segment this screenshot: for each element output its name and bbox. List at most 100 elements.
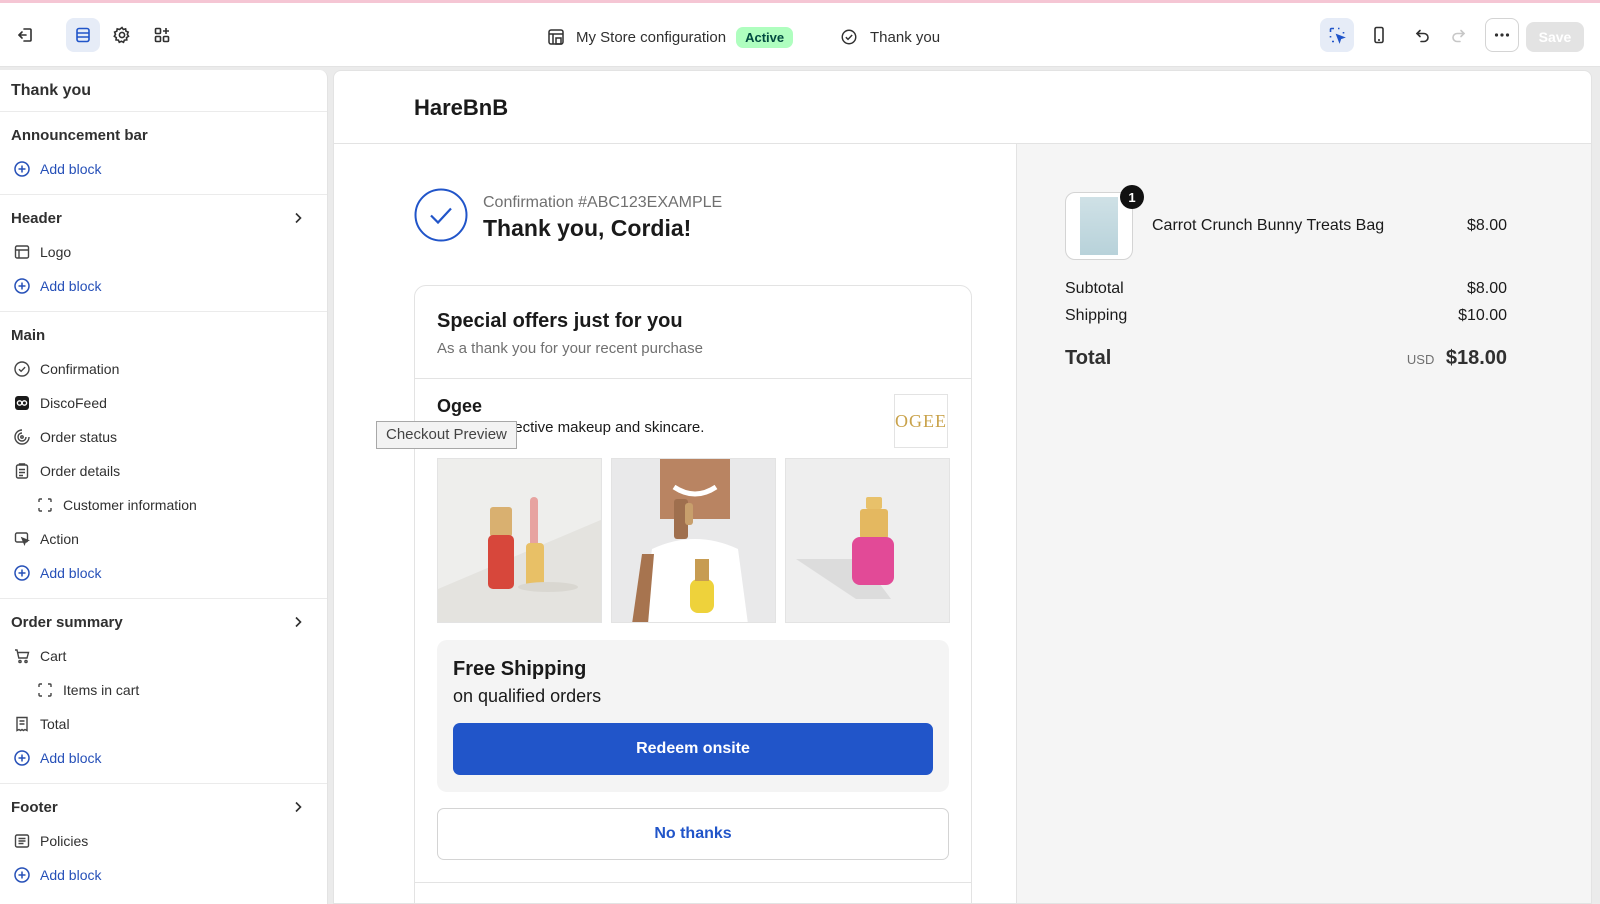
section-header-main[interactable]: Main [0,318,327,352]
sidebar-item-cart[interactable]: Cart [0,639,327,673]
sidebar-item-label: Items in cart [63,682,140,698]
layout-icon [14,245,30,259]
line-item-name: Carrot Crunch Bunny Treats Bag [1152,217,1385,234]
redo-icon [1452,29,1466,43]
section-header-header[interactable]: Header [0,201,327,235]
receipt-icon [16,716,28,732]
section-header: Header Logo Add block [0,195,327,312]
ellipsis-icon [1494,33,1510,37]
section-order-summary: Order summary Cart Items in cart Total A… [0,599,327,784]
sections-tab-button[interactable] [66,18,100,52]
exit-button[interactable] [8,18,42,52]
plus-circle-icon [14,565,30,581]
store-selector[interactable]: My Store configuration Active [546,22,794,52]
sidebar-item-label: Confirmation [40,361,120,377]
redo-button[interactable] [1442,18,1476,52]
sidebar-item-order-details[interactable]: Order details [0,454,327,488]
offer-title: Special offers just for you [437,310,683,332]
section-header-order-summary[interactable]: Order summary [0,605,327,639]
sections-icon [76,27,90,43]
editor-toolbar: My Store configuration Active Thank you … [0,3,1600,67]
sidebar-item-label: Cart [40,648,67,664]
exit-icon [18,28,32,42]
sidebar-item-label: Order status [40,429,118,445]
section-footer: Footer Policies Add block [0,784,327,900]
save-button[interactable]: Save [1526,22,1584,52]
redeem-onsite-button[interactable]: Redeem onsite [453,723,933,775]
mobile-preview-button[interactable] [1362,18,1396,52]
thank-you-heading: Thank you, Cordia! [483,215,692,241]
chevron-right-icon [295,801,302,813]
add-block-button[interactable]: Add block [0,858,327,892]
cart-icon [15,649,30,664]
offer-brand-name: Ogee [437,396,483,416]
select-cursor-icon [1329,27,1346,44]
sidebar-item-order-status[interactable]: Order status [0,420,327,454]
checkout-preview-canvas: HareBnB Confirmation #ABC123EXAMPLE Than… [333,70,1592,904]
page-selector[interactable]: Thank you [840,22,940,52]
treats-bag-image [1080,197,1118,255]
section-header-footer[interactable]: Footer [0,790,327,824]
sidebar-item-items-in-cart[interactable]: Items in cart [0,673,327,707]
add-block-label: Add block [40,867,102,883]
sidebar-item-action[interactable]: Action [0,522,327,556]
gear-icon [113,26,130,44]
store-name: My Store configuration [576,28,727,46]
check-circle-icon [414,188,468,242]
more-actions-button[interactable] [1485,18,1519,52]
add-block-button[interactable]: Add block [0,152,327,186]
shipping-row: Shipping $10.00 [1065,307,1507,325]
plus-circle-icon [14,278,30,294]
store-icon [548,29,564,45]
sidebar-item-total[interactable]: Total [0,707,327,741]
add-block-button[interactable]: Add block [0,741,327,775]
checkout-preview-tooltip: Checkout Preview [376,421,517,449]
clipboard-icon [15,463,29,479]
shop-brand-name: HareBnB [334,71,1591,144]
sidebar-item-label: Customer information [63,497,197,513]
confirmation-number: Confirmation #ABC123EXAMPLE [483,194,723,211]
sidebar-item-confirmation[interactable]: Confirmation [0,352,327,386]
mobile-icon [1374,26,1384,44]
inspector-button[interactable] [1320,18,1354,52]
add-block-button[interactable]: Add block [0,556,327,590]
section-header-announcement[interactable]: Announcement bar [0,118,327,152]
line-item-price: $8.00 [1466,217,1507,234]
apps-icon [154,27,170,43]
product-image-serum[interactable] [611,458,776,623]
section-main: Main Confirmation DiscoFeed Order status… [0,312,327,599]
offer-card[interactable]: Special offers just for you As a thank y… [414,285,972,903]
undo-button[interactable] [1405,18,1439,52]
add-block-label: Add block [40,565,102,581]
product-image-lipgloss[interactable] [437,458,602,623]
product-thumbnail: 1 [1065,185,1144,260]
no-thanks-button[interactable]: No thanks [437,808,949,860]
block-frame-icon [38,683,52,697]
currency-code: USD [1406,352,1435,367]
add-block-label: Add block [40,161,102,177]
shipping-offer-title: Free Shipping [453,658,587,680]
shipping-value: $10.00 [1458,307,1507,324]
shipping-offer-subtitle: on qualified orders [453,686,602,706]
sidebar-item-logo[interactable]: Logo [0,235,327,269]
settings-button[interactable] [105,18,139,52]
confirmation-block[interactable]: Confirmation #ABC123EXAMPLE Thank you, C… [414,188,722,242]
sidebar-item-policies[interactable]: Policies [0,824,327,858]
sidebar-item-discofeed[interactable]: DiscoFeed [0,386,327,420]
subtotal-label: Subtotal [1065,280,1124,297]
order-status-icon [14,429,30,445]
status-badge: Active [736,26,794,48]
divider [415,882,971,883]
free-shipping-offer: Free Shipping on qualified orders Redeem… [437,640,949,792]
sections-sidebar: Thank you Announcement bar Add block Hea… [0,70,328,904]
quantity-badge: 1 [1120,185,1144,209]
cart-line-item: 1 Carrot Crunch Bunny Treats Bag $8.00 [1065,185,1507,260]
apps-button[interactable] [145,18,179,52]
list-icon [14,834,30,848]
discofeed-app-icon [15,396,29,410]
sidebar-item-customer-information[interactable]: Customer information [0,488,327,522]
sidebar-item-label: Order details [40,463,121,479]
add-block-button[interactable]: Add block [0,269,327,303]
shipping-label: Shipping [1065,307,1128,324]
product-image-perfume[interactable] [785,458,950,623]
